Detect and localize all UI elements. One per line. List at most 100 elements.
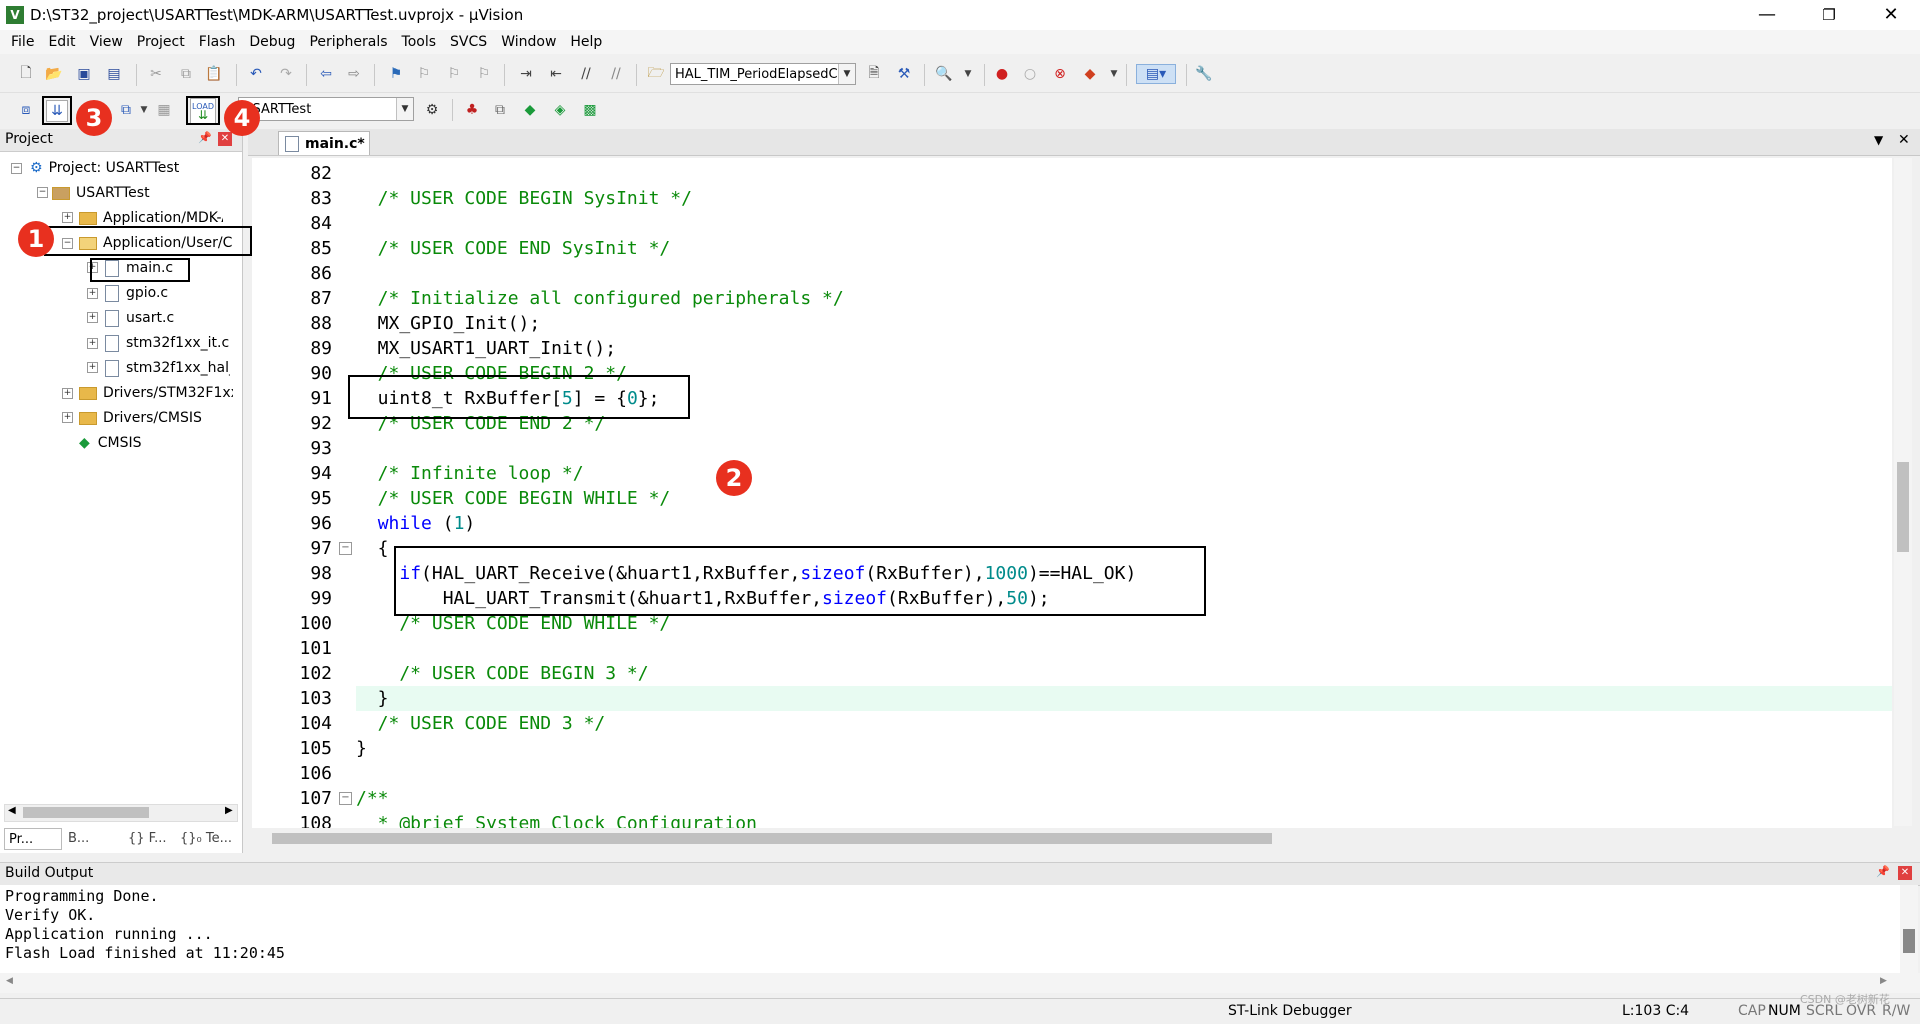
undo-icon[interactable]: ↶ (246, 64, 266, 84)
tree-group-cmsis[interactable]: Drivers/CMSIS (79, 407, 202, 429)
target-combo[interactable]: USARTTest ▼ (238, 97, 414, 121)
editor-vscrollbar[interactable] (1894, 158, 1912, 826)
navigate-forward-icon[interactable]: ⇨ (344, 64, 364, 84)
tree-file-hal-msp-c[interactable]: stm32f1xx_hal_msp.c (105, 357, 230, 379)
save-all-icon[interactable]: ▤ (104, 64, 124, 84)
code-line[interactable]: while (1) (356, 511, 476, 536)
function-combo[interactable]: HAL_TIM_PeriodElapsedCall ▼ (670, 63, 856, 85)
tree-project-root[interactable]: ⚙ Project: USARTTest (30, 157, 179, 179)
uncomment-icon[interactable]: // (606, 64, 626, 84)
paste-icon[interactable]: 📋 (204, 64, 224, 84)
expand-icon[interactable]: + (87, 338, 98, 349)
code-line[interactable]: /* USER CODE BEGIN 3 */ (356, 661, 648, 686)
close-pane-icon[interactable]: ✕ (218, 132, 232, 146)
comment-icon[interactable]: // (576, 64, 596, 84)
code-line[interactable]: MX_GPIO_Init(); (356, 311, 541, 336)
insert-breakpoint-icon[interactable]: ● (992, 64, 1012, 84)
next-bookmark-icon[interactable]: ⚐ (444, 64, 464, 84)
copy-icon[interactable]: ⧉ (176, 64, 196, 84)
collapse-icon[interactable]: − (37, 187, 48, 198)
chevron-down-icon[interactable]: ▼ (838, 64, 855, 84)
clear-bookmarks-icon[interactable]: ⚐ (474, 64, 494, 84)
tab-main-c[interactable]: main.c* (278, 131, 370, 155)
tab-list-icon[interactable]: ▼ (1874, 133, 1883, 147)
menu-peripherals[interactable]: Peripherals (302, 34, 394, 50)
chevron-down-icon[interactable]: ▼ (1104, 64, 1124, 84)
configure-icon[interactable]: 🔧 (1194, 64, 1214, 84)
code-line[interactable]: /* Initialize all configured peripherals… (356, 286, 844, 311)
tab-project[interactable]: Pr... (4, 828, 62, 850)
tree-file-usart-c[interactable]: usart.c (105, 307, 174, 329)
fold-collapse-icon[interactable]: − (339, 542, 352, 555)
menu-svcs[interactable]: SVCS (443, 34, 494, 50)
menu-project[interactable]: Project (130, 34, 192, 50)
code-line[interactable]: } (356, 686, 389, 711)
tree-cmsis-component[interactable]: ◆ CMSIS (79, 432, 142, 454)
code-line[interactable]: /* USER CODE END SysInit */ (356, 236, 671, 261)
translate-icon[interactable]: ⧈ (16, 100, 36, 120)
scroll-thumb[interactable] (272, 833, 1272, 844)
chevron-down-icon[interactable]: ▼ (958, 64, 978, 84)
select-packs-icon[interactable]: ◈ (550, 100, 570, 120)
expand-icon[interactable]: + (87, 312, 98, 323)
close-tab-icon[interactable]: ✕ (1898, 132, 1910, 148)
code-line[interactable]: /* USER CODE END 3 */ (356, 711, 606, 736)
code-line[interactable]: /* USER CODE BEGIN WHILE */ (356, 486, 671, 511)
indent-icon[interactable]: ⇥ (516, 64, 536, 84)
collapse-icon[interactable]: − (11, 163, 22, 174)
menu-flash[interactable]: Flash (192, 34, 243, 50)
close-button[interactable]: ✕ (1868, 0, 1914, 30)
scroll-right-icon[interactable]: ▶ (1880, 976, 1887, 986)
tree-file-it-c[interactable]: stm32f1xx_it.c (105, 332, 229, 354)
expand-icon[interactable]: + (62, 388, 73, 399)
menu-debug[interactable]: Debug (242, 34, 302, 50)
menu-edit[interactable]: Edit (41, 34, 82, 50)
code-line[interactable]: } (356, 736, 367, 761)
pin-icon[interactable]: 📌 (198, 131, 212, 144)
scroll-left-icon[interactable]: ◀ (8, 805, 16, 816)
tree-group-hal-driver[interactable]: Drivers/STM32F1xx_HAL_Driver (79, 382, 233, 404)
kill-breakpoints-icon[interactable]: ◆ (1080, 64, 1100, 84)
menu-help[interactable]: Help (563, 34, 609, 50)
restore-button[interactable]: ❐ (1806, 0, 1852, 30)
scroll-thumb[interactable] (1897, 462, 1909, 552)
build-output-hscrollbar[interactable]: ◀ ▶ (0, 973, 1920, 993)
scroll-left-icon[interactable]: ◀ (6, 976, 13, 986)
find-in-files-icon[interactable]: 🗁 (646, 64, 666, 84)
tree-file-gpio-c[interactable]: gpio.c (105, 282, 168, 304)
project-hscrollbar[interactable]: ◀ ▶ (4, 804, 238, 822)
disable-breakpoints-icon[interactable]: ⊗ (1050, 64, 1070, 84)
build-output-pane[interactable]: Programming Done. Verify OK. Application… (0, 885, 1900, 973)
expand-icon[interactable]: + (87, 288, 98, 299)
previous-bookmark-icon[interactable]: ⚐ (414, 64, 434, 84)
open-file-icon[interactable]: 📂 (44, 64, 64, 84)
code-line[interactable]: /** (356, 786, 389, 811)
fold-collapse-icon[interactable]: − (339, 792, 352, 805)
manage-multi-project-icon[interactable]: ⧉ (490, 100, 510, 120)
bookmark-icon[interactable]: ⚑ (386, 64, 406, 84)
debug-session-icon[interactable]: 🔍 (934, 64, 954, 84)
pack-installer-icon[interactable]: ▩ (580, 100, 600, 120)
manage-rte-icon[interactable]: ◆ (520, 100, 540, 120)
target-options-icon[interactable]: ⚙ (422, 100, 442, 120)
new-file-icon[interactable]: 🗋 (16, 64, 36, 84)
redo-icon[interactable]: ↷ (276, 64, 296, 84)
save-icon[interactable]: ▣ (74, 64, 94, 84)
expand-icon[interactable]: + (87, 362, 98, 373)
code-line[interactable]: MX_USART1_UART_Init(); (356, 336, 616, 361)
minimize-button[interactable]: — (1744, 0, 1790, 30)
code-line[interactable]: /* Infinite loop */ (356, 461, 584, 486)
chevron-down-icon[interactable]: ▼ (134, 100, 154, 120)
build-output-vscrollbar[interactable] (1900, 885, 1918, 973)
expand-icon[interactable]: + (62, 212, 73, 223)
enable-breakpoint-icon[interactable]: ○ (1020, 64, 1040, 84)
tree-target[interactable]: USARTTest (52, 182, 150, 204)
tab-templates[interactable]: {}₀ Te... (178, 828, 240, 850)
scroll-thumb[interactable] (1903, 929, 1915, 953)
menu-tools[interactable]: Tools (395, 34, 444, 50)
menu-window[interactable]: Window (494, 34, 563, 50)
menu-file[interactable]: File (4, 34, 41, 50)
expand-icon[interactable]: + (62, 412, 73, 423)
cut-icon[interactable]: ✂ (146, 64, 166, 84)
incremental-find-icon[interactable]: ⚒ (894, 64, 914, 84)
